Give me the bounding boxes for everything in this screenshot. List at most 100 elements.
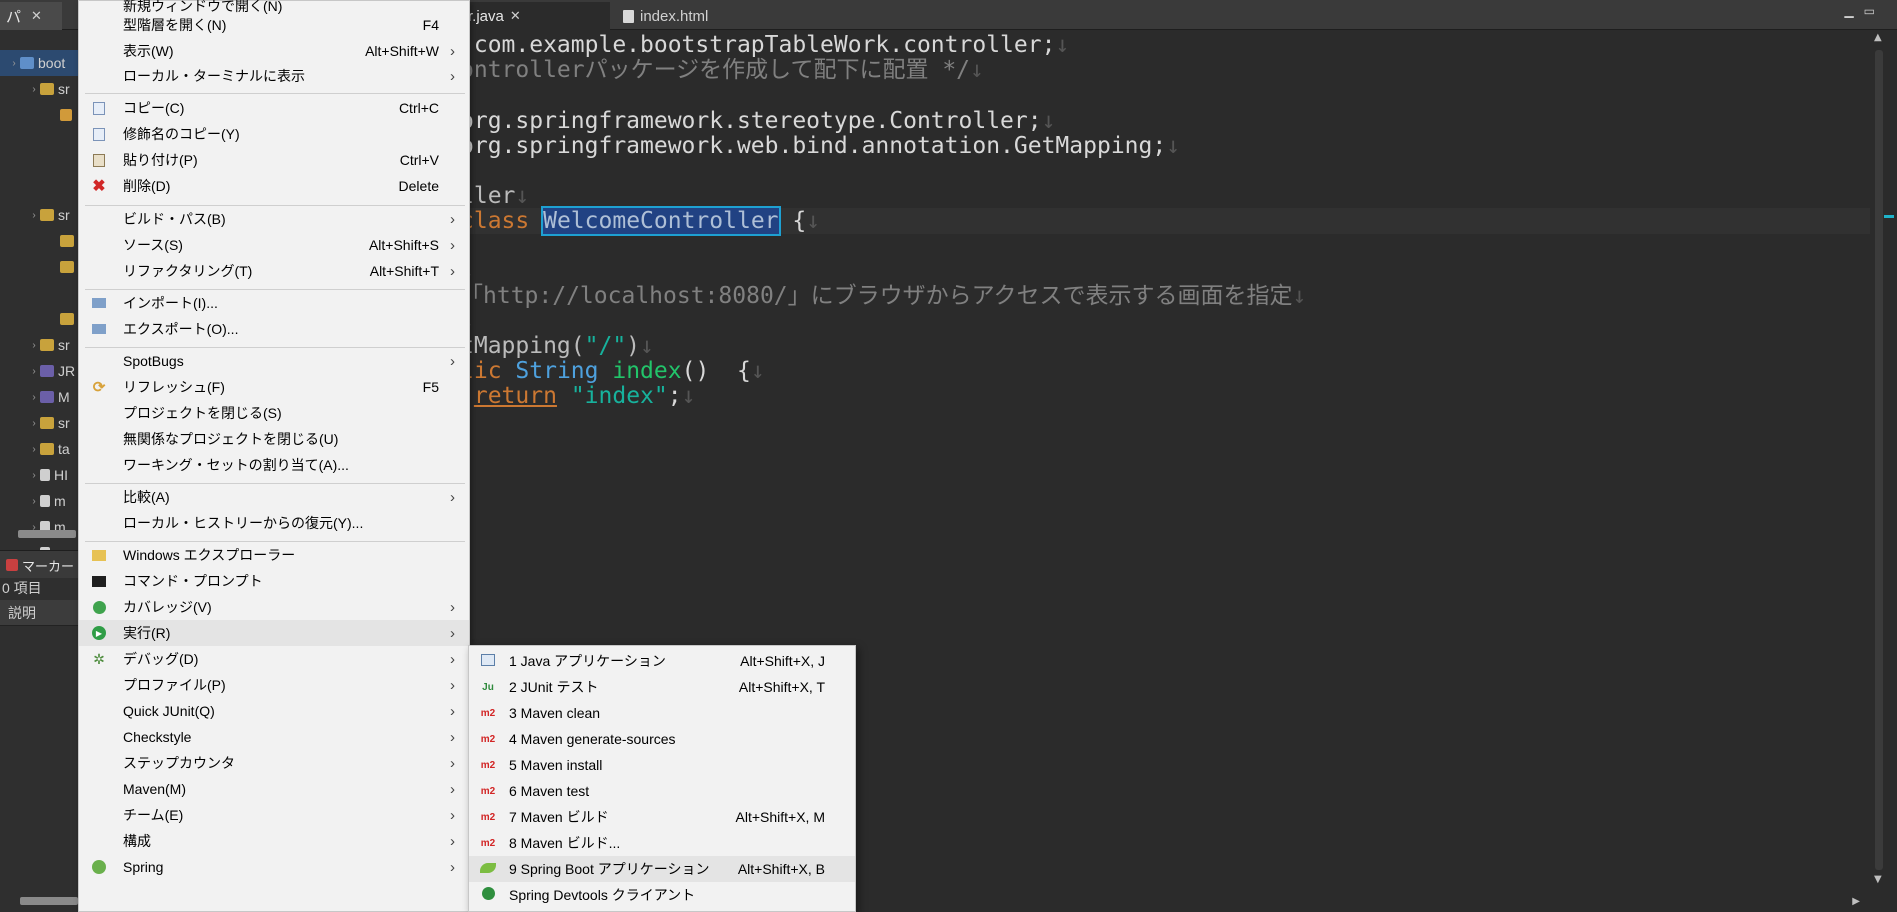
chevron-icon[interactable]: › (28, 366, 40, 377)
tab-index-html[interactable]: index.html (615, 2, 725, 30)
submenu-arrow-icon: › (450, 236, 455, 254)
menu-item[interactable]: ステップカウンタ › (79, 750, 469, 776)
package-explorer-tab[interactable]: パ ✕ (0, 2, 62, 30)
chevron-icon[interactable]: › (28, 470, 40, 481)
editor-horizontal-scrollbar[interactable]: ▶ (860, 896, 1860, 908)
scroll-up-icon[interactable]: ▲ (1874, 32, 1882, 43)
tree-item[interactable] (0, 228, 80, 254)
menu-item[interactable]: プロジェクトを閉じる(S) (79, 400, 469, 426)
markers-column-header[interactable]: 説明 (0, 600, 80, 626)
chevron-icon[interactable]: › (28, 210, 40, 221)
menu-item[interactable]: SpotBugs › (79, 348, 469, 374)
minimize-icon[interactable]: ▁ (1844, 4, 1863, 18)
submenu-arrow-icon: › (450, 42, 455, 60)
selected-class-name[interactable]: WelcomeController (541, 206, 781, 236)
menu-item[interactable]: ビルド・パス(B) › (79, 206, 469, 232)
tree-item[interactable] (0, 254, 80, 280)
menu-item[interactable]: 修飾名のコピー(Y) (79, 121, 469, 147)
scrollbar-thumb[interactable] (1875, 50, 1883, 870)
tree-item[interactable]: › m (0, 488, 80, 514)
tree-item[interactable]: › M (0, 384, 80, 410)
submenu-item[interactable]: m2 8 Maven ビルド... (469, 830, 855, 856)
menu-item[interactable]: 型階層を開く(N) F4 (79, 12, 469, 38)
submenu-item[interactable]: Ju 2 JUnit テスト Alt+Shift+X, T (469, 674, 855, 700)
chevron-icon[interactable]: › (28, 392, 40, 403)
menu-item[interactable]: ローカル・ターミナルに表示 › (79, 63, 469, 89)
menu-item[interactable]: ソース(S) Alt+Shift+S › (79, 232, 469, 258)
scroll-down-icon[interactable]: ▼ (1874, 874, 1882, 885)
menu-item[interactable]: Spring › (79, 854, 469, 880)
tree-item[interactable]: › JR (0, 358, 80, 384)
tree-item[interactable] (0, 102, 80, 128)
tree-item[interactable]: › boot (0, 50, 80, 76)
submenu-item[interactable]: 1 Java アプリケーション Alt+Shift+X, J (469, 648, 855, 674)
tree-item[interactable]: › sr (0, 332, 80, 358)
tree-item[interactable]: › HI (0, 462, 80, 488)
menu-item-label: Windows エクスプローラー (123, 547, 296, 563)
menu-item[interactable]: Maven(M) › (79, 776, 469, 802)
tree-item[interactable] (0, 306, 80, 332)
chevron-icon[interactable]: › (28, 84, 40, 95)
menu-item[interactable]: インポート(I)... (79, 290, 469, 316)
menu-item-label: Checkstyle (123, 729, 192, 745)
submenu-item[interactable]: m2 5 Maven install (469, 752, 855, 778)
menu-item-shortcut: Ctrl+V (399, 152, 439, 168)
menu-item[interactable]: ⟳ リフレッシュ(F) F5 (79, 374, 469, 400)
horizontal-scrollbar[interactable] (18, 530, 76, 538)
menu-item[interactable]: 比較(A) › (79, 484, 469, 510)
line-end-marker: ↓ (1055, 32, 1070, 58)
close-icon[interactable]: ✕ (510, 8, 521, 24)
menu-item[interactable]: ▶ 実行(R) › (79, 620, 469, 646)
tree-item[interactable] (0, 176, 80, 202)
vertical-scrollbar[interactable]: ▲ ▼ (1872, 30, 1886, 892)
tab-welcome-controller[interactable]: r.java ✕ (460, 2, 610, 30)
menu-item[interactable]: ローカル・ヒストリーからの復元(Y)... (79, 510, 469, 536)
window-controls[interactable]: ▁▭ (1844, 4, 1885, 18)
tree-item[interactable]: › sr (0, 410, 80, 436)
file-icon (40, 469, 50, 481)
submenu-item[interactable]: m2 7 Maven ビルド Alt+Shift+X, M (469, 804, 855, 830)
horizontal-scrollbar[interactable] (20, 897, 78, 905)
menu-item[interactable]: エクスポート(O)... (79, 316, 469, 342)
menu-item[interactable]: ✖ 削除(D) Delete (79, 173, 469, 199)
maximize-icon[interactable]: ▭ (1864, 4, 1885, 18)
chevron-icon[interactable]: › (28, 418, 40, 429)
tree-item[interactable] (0, 128, 80, 154)
menu-item[interactable]: チーム(E) › (79, 802, 469, 828)
code-text: () { (681, 358, 751, 384)
menu-item[interactable]: 構成 › (79, 828, 469, 854)
menu-item[interactable]: 表示(W) Alt+Shift+W › (79, 38, 469, 64)
leaf-icon (60, 313, 74, 325)
menu-item[interactable]: 貼り付け(P) Ctrl+V (79, 147, 469, 173)
menu-item[interactable]: 無関係なプロジェクトを閉じる(U) (79, 426, 469, 452)
chevron-icon[interactable]: › (8, 58, 20, 69)
scroll-right-icon[interactable]: ▶ (1852, 896, 1860, 907)
tree-item[interactable] (0, 280, 80, 306)
menu-item[interactable]: Checkstyle › (79, 724, 469, 750)
submenu-item[interactable]: Spring Devtools クライアント (469, 882, 855, 908)
menu-item[interactable]: コピー(C) Ctrl+C (79, 95, 469, 121)
menu-item[interactable]: Windows エクスプローラー (79, 542, 469, 568)
menu-item[interactable]: コマンド・プロンプト (79, 568, 469, 594)
chevron-icon[interactable]: › (28, 496, 40, 507)
menu-item[interactable]: ワーキング・セットの割り当て(A)... (79, 452, 469, 478)
close-icon[interactable]: ✕ (31, 8, 42, 24)
submenu-item[interactable]: 9 Spring Boot アプリケーション Alt+Shift+X, B (469, 856, 855, 882)
menu-item[interactable]: ✲ デバッグ(D) › (79, 646, 469, 672)
menu-item[interactable]: カバレッジ(V) › (79, 594, 469, 620)
chevron-icon[interactable]: › (28, 340, 40, 351)
overview-ruler-mark[interactable] (1884, 215, 1894, 218)
menu-item[interactable]: プロファイル(P) › (79, 672, 469, 698)
markers-tab[interactable]: マーカー (0, 551, 74, 579)
tree-item[interactable]: › sr (0, 202, 80, 228)
submenu-item[interactable]: m2 3 Maven clean (469, 700, 855, 726)
chevron-icon[interactable]: › (28, 444, 40, 455)
submenu-item[interactable]: m2 6 Maven test (469, 778, 855, 804)
menu-item[interactable]: リファクタリング(T) Alt+Shift+T › (79, 258, 469, 284)
submenu-item[interactable]: m2 4 Maven generate-sources (469, 726, 855, 752)
tree-item-label: sr (58, 415, 70, 431)
tree-item[interactable]: › ta (0, 436, 80, 462)
menu-item-label: 型階層を開く(N) (123, 17, 227, 33)
tree-item[interactable]: › sr (0, 76, 80, 102)
menu-item[interactable]: Quick JUnit(Q) › (79, 698, 469, 724)
